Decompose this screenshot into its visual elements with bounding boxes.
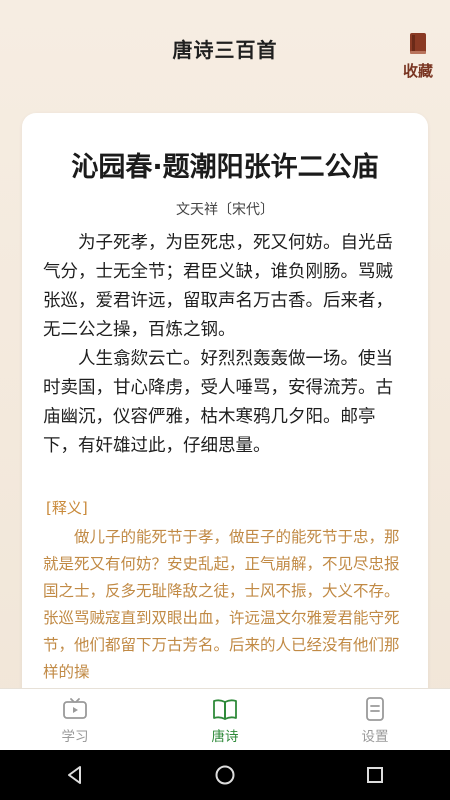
explanation-body: 做儿子的能死节于孝，做臣子的能死节于忠，那就是死又有何妨？安史乱起，正气崩解，不… <box>43 524 410 686</box>
explanation-text: 做儿子的能死节于孝，做臣子的能死节于忠，那就是死又有何妨？安史乱起，正气崩解，不… <box>43 528 400 681</box>
favorite-label: 收藏 <box>402 62 433 80</box>
poem-title: 沁园春·题潮阳张许二公庙 <box>71 152 379 183</box>
poem-paragraph: 人生翕欻云亡。好烈烈轰轰做一场。使当时卖国，甘心降虏，受人唾骂，安得流芳。古庙幽… <box>43 349 393 456</box>
system-navigation-bar <box>0 750 450 800</box>
home-circle-icon <box>215 765 235 785</box>
poem-author: 文天祥〔宋代〕 <box>176 202 274 218</box>
tab-settings-label: 设置 <box>361 729 389 745</box>
bottom-tabbar: 学习 唐诗 设置 <box>0 688 450 751</box>
page-title: 唐诗三百首 <box>172 38 278 62</box>
book-icon <box>410 33 426 54</box>
tab-study[interactable]: 学习 <box>0 689 150 751</box>
recents-square-icon <box>367 767 383 783</box>
recents-button[interactable] <box>345 755 405 795</box>
tab-settings[interactable]: 设置 <box>300 689 450 751</box>
poem-body: 为子死孝，为臣死忠，死又何妨。自光岳气分，士无全节；君臣义缺，谁负刚肠。骂贼张巡… <box>43 229 410 461</box>
app-header: 唐诗三百首 收藏 <box>0 0 450 92</box>
app-screen: 唐诗三百首 收藏 沁园春·题潮阳张许二公庙 文天祥〔宋代〕 为子死孝，为臣死忠，… <box>0 0 450 753</box>
poem-card: 沁园春·题潮阳张许二公庙 文天祥〔宋代〕 为子死孝，为臣死忠，死又何妨。自光岳气… <box>22 113 428 753</box>
poem-paragraph: 为子死孝，为臣死忠，死又何妨。自光岳气分，士无全节；君臣义缺，谁负刚肠。骂贼张巡… <box>43 233 393 340</box>
document-icon <box>366 697 384 721</box>
tab-poems-label: 唐诗 <box>211 729 239 745</box>
home-button[interactable] <box>195 755 255 795</box>
tab-study-label: 学习 <box>61 729 89 745</box>
tab-poems[interactable]: 唐诗 <box>150 689 300 751</box>
favorite-button[interactable]: 收藏 <box>400 32 436 82</box>
back-button[interactable] <box>45 755 105 795</box>
explanation-label: [释义] <box>46 499 88 517</box>
tv-icon <box>63 698 87 719</box>
book-icon <box>213 699 237 720</box>
back-triangle-icon <box>68 766 81 784</box>
